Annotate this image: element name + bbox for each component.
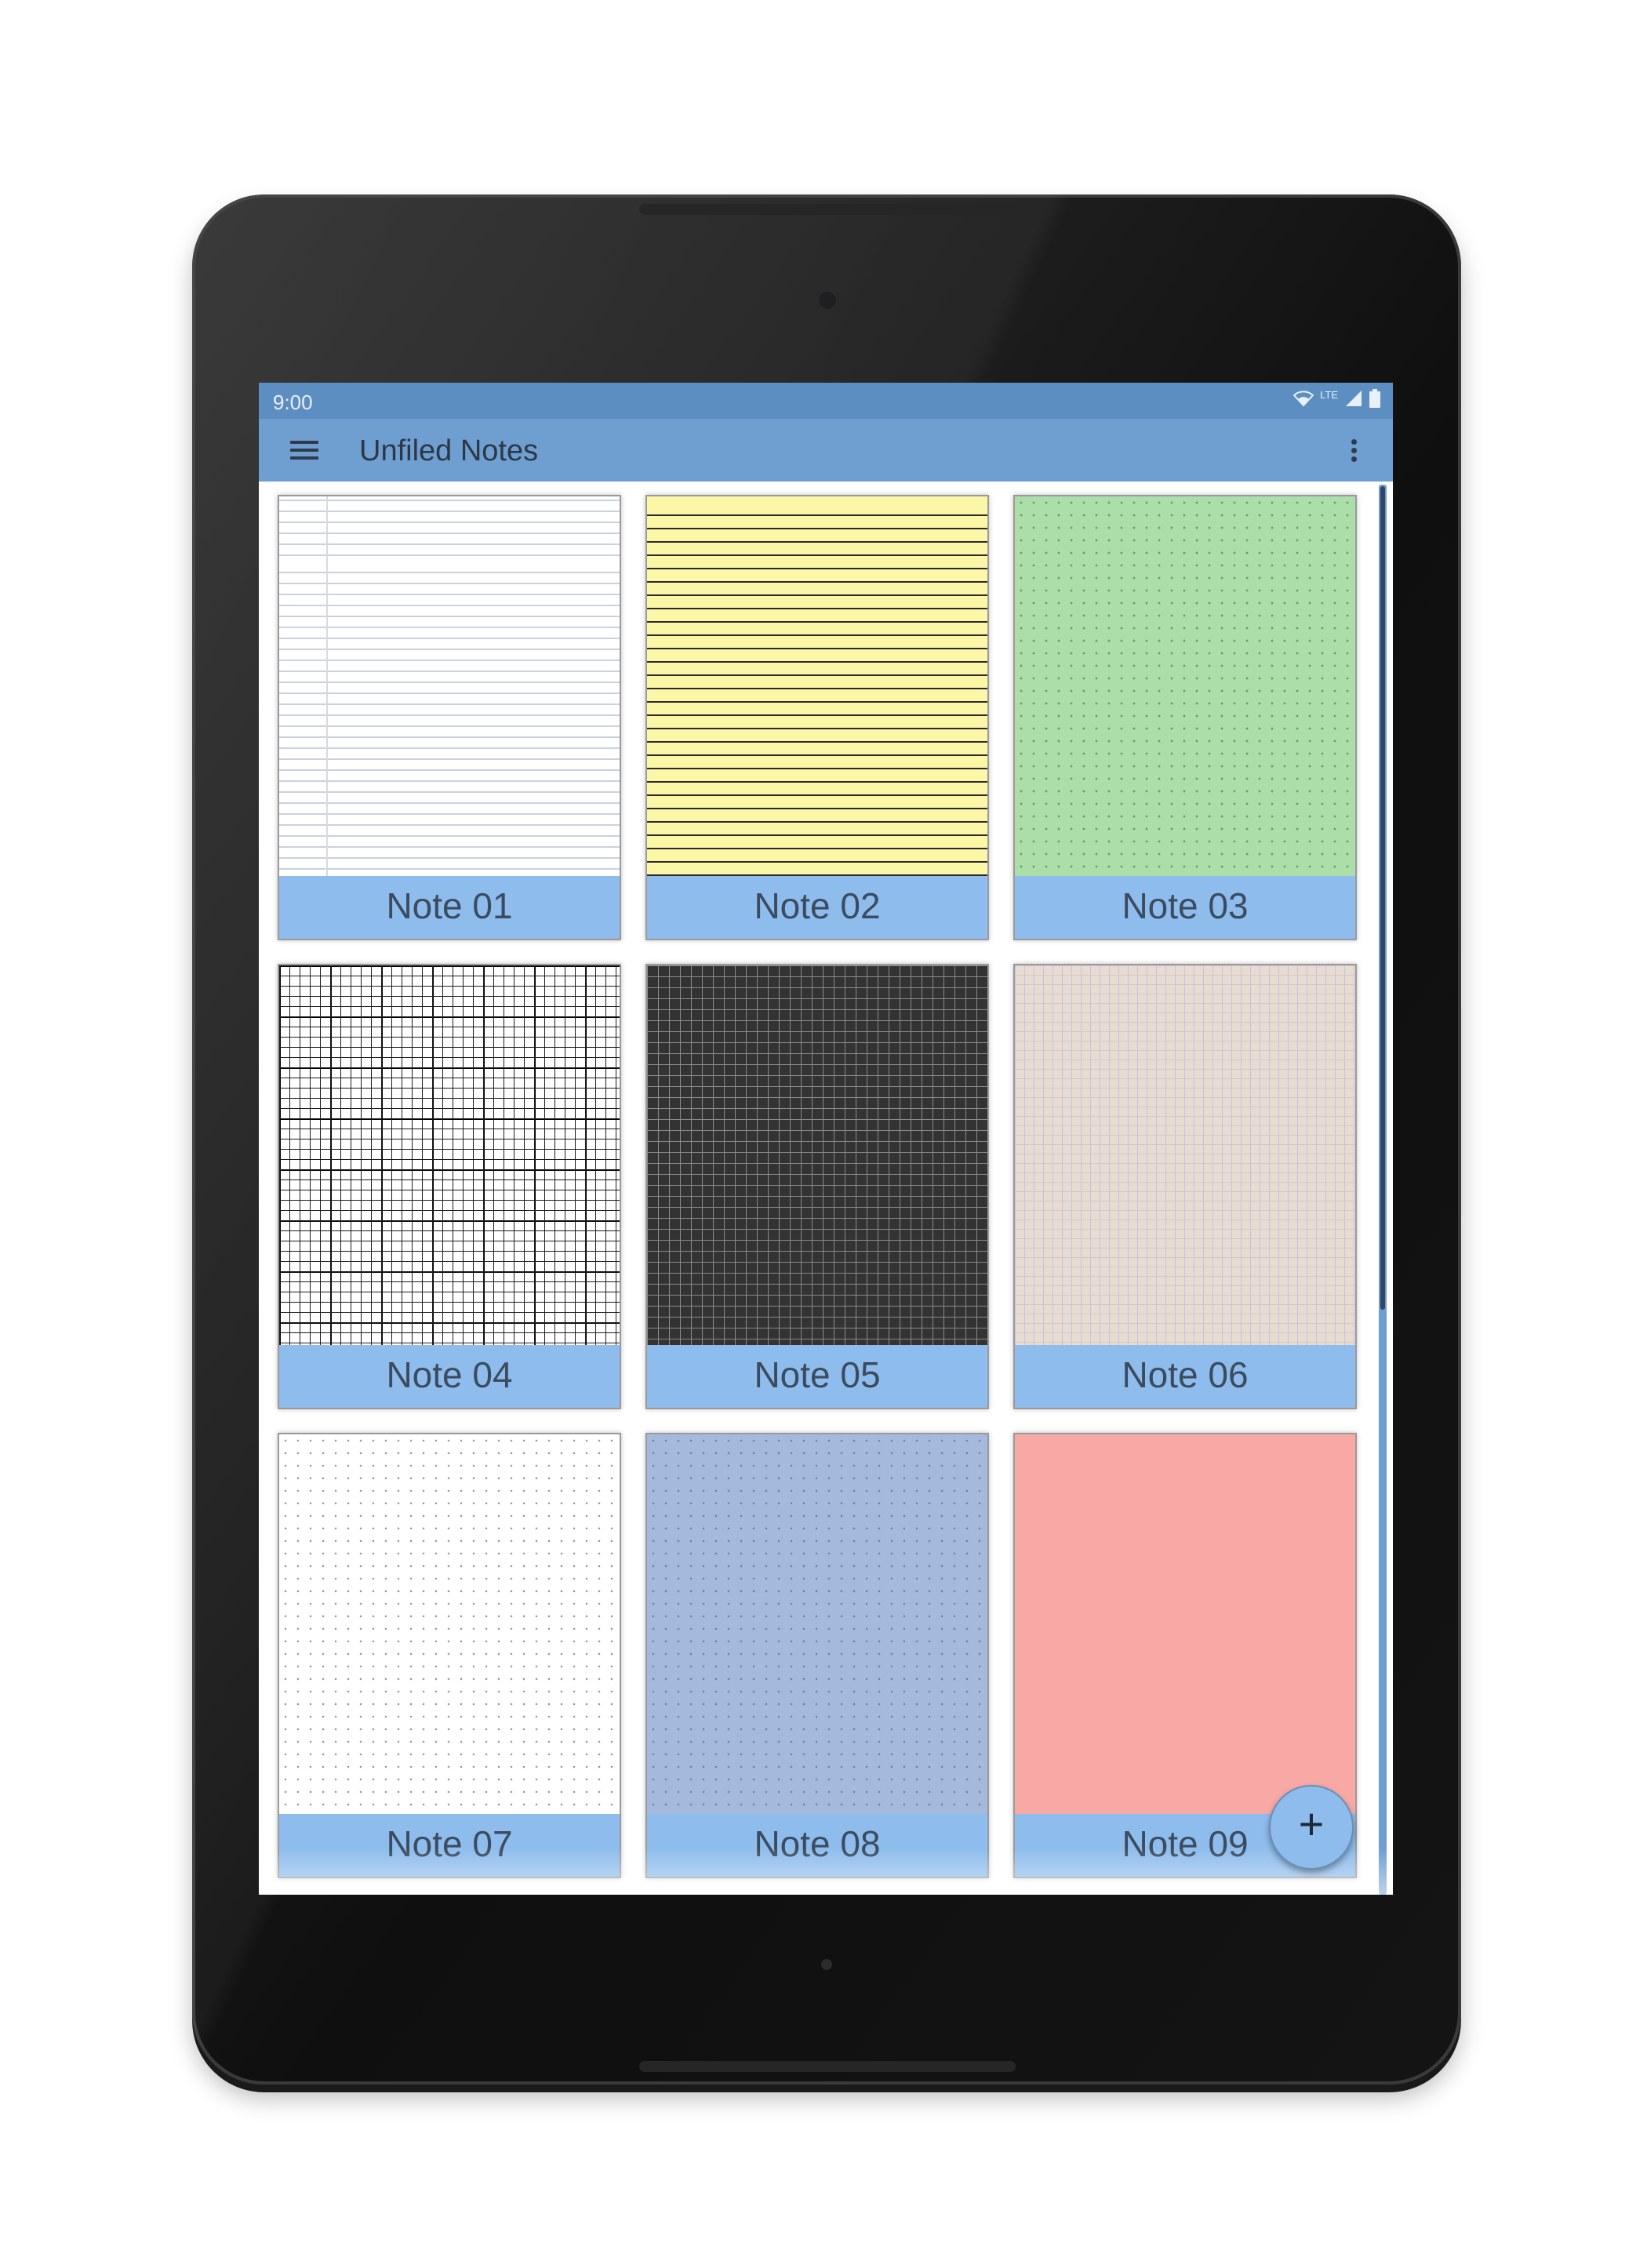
note-thumbnail — [279, 1434, 620, 1814]
bottom-speaker — [639, 2061, 1016, 2072]
app-bar: Unfiled Notes — [259, 419, 1393, 482]
note-label: Note 08 — [647, 1814, 987, 1877]
screen: 9:00 LTE Unfiled Notes Note 01 Note 02 N… — [259, 383, 1393, 1895]
note-card[interactable]: Note 08 — [645, 1433, 989, 1878]
signal-icon — [1346, 391, 1362, 406]
wifi-icon — [1293, 391, 1314, 407]
note-thumbnail — [279, 496, 620, 876]
status-time: 9:00 — [273, 391, 313, 414]
note-label: Note 07 — [279, 1814, 620, 1877]
status-bar: 9:00 LTE — [259, 383, 1393, 419]
page-title: Unfiled Notes — [359, 434, 539, 467]
hamburger-menu-icon[interactable] — [290, 436, 325, 464]
notes-grid-container: Note 01 Note 02 Note 03 Note 04 Note 05 … — [259, 482, 1393, 1895]
note-thumbnail — [1015, 496, 1355, 876]
add-note-button[interactable]: + — [1269, 1785, 1354, 1870]
front-camera — [816, 289, 839, 312]
bottom-sensor — [821, 1959, 832, 1970]
note-label: Note 01 — [279, 876, 620, 939]
note-card[interactable]: Note 01 — [278, 495, 621, 940]
note-label: Note 04 — [279, 1345, 620, 1408]
note-card[interactable]: Note 03 — [1013, 495, 1357, 940]
note-card[interactable]: Note 04 — [278, 964, 621, 1409]
note-label: Note 02 — [647, 876, 987, 939]
more-vert-icon[interactable] — [1346, 436, 1362, 464]
note-thumbnail — [647, 965, 987, 1345]
note-label: Note 06 — [1015, 1345, 1355, 1408]
network-type: LTE — [1320, 388, 1338, 401]
note-thumbnail — [1015, 1434, 1355, 1814]
battery-icon — [1369, 389, 1380, 408]
scrollbar-thumb[interactable] — [1380, 486, 1385, 1310]
top-speaker — [639, 204, 1016, 215]
note-card[interactable]: Note 02 — [645, 495, 989, 940]
note-card[interactable]: Note 06 — [1013, 964, 1357, 1409]
note-thumbnail — [647, 496, 987, 876]
note-label: Note 05 — [647, 1345, 987, 1408]
note-thumbnail — [647, 1434, 987, 1814]
note-thumbnail — [1015, 965, 1355, 1345]
note-label: Note 03 — [1015, 876, 1355, 939]
note-card[interactable]: Note 05 — [645, 964, 989, 1409]
note-thumbnail — [279, 965, 620, 1345]
status-icons: LTE — [1293, 389, 1380, 408]
note-card[interactable]: Note 07 — [278, 1433, 621, 1878]
